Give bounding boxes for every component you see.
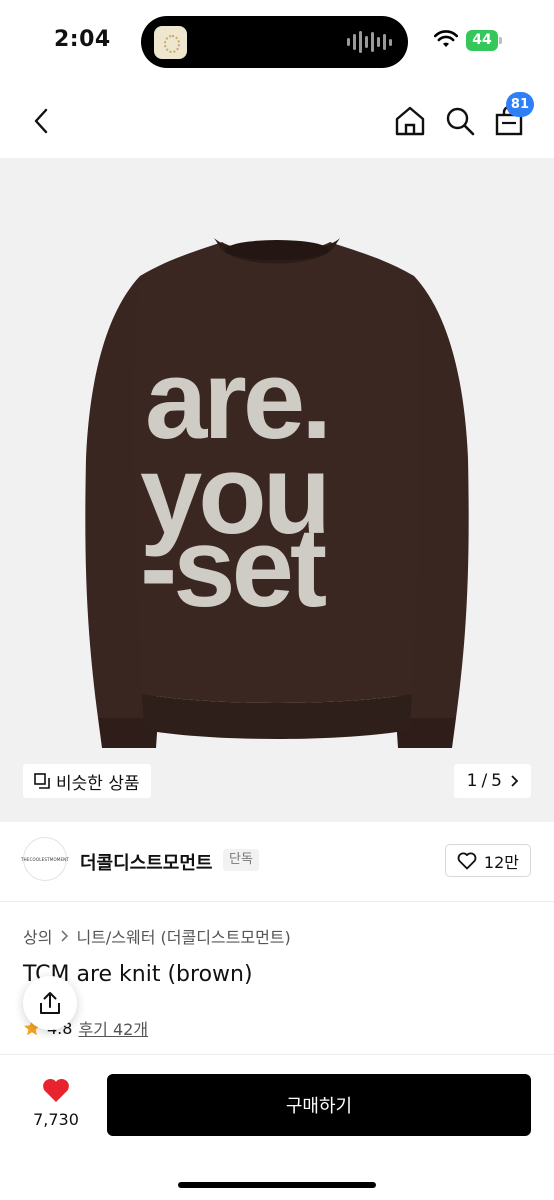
status-bar: 2:04 44 bbox=[0, 0, 554, 84]
product-photo-sweater: are. you -set bbox=[85, 238, 469, 748]
brand-logo[interactable]: THECOOLESTMOMENT bbox=[20, 837, 70, 881]
similar-products-button[interactable]: 비슷한 상품 bbox=[23, 764, 151, 798]
dynamic-island[interactable] bbox=[141, 16, 408, 68]
wishlist-button[interactable]: 7,730 bbox=[22, 1077, 90, 1129]
audio-wave-icon bbox=[347, 30, 392, 54]
sweater-print-line-3: -set bbox=[140, 505, 326, 630]
status-time: 2:04 bbox=[54, 27, 111, 52]
chevron-right-icon bbox=[61, 930, 69, 942]
cart-count-badge: 81 bbox=[505, 92, 534, 117]
back-button[interactable] bbox=[22, 102, 60, 140]
share-icon bbox=[40, 992, 60, 1014]
brand-logo-text: THECOOLESTMOMENT bbox=[20, 856, 70, 862]
home-indicator bbox=[178, 1182, 376, 1188]
product-image-carousel[interactable]: are. you -set 비슷한 상품 1 / 5 bbox=[0, 158, 554, 822]
now-playing-app-icon bbox=[154, 26, 187, 59]
breadcrumb-subcategory[interactable]: 니트/스웨터 (더콜디스트모먼트) bbox=[76, 924, 290, 948]
reviews-link[interactable]: 후기 42개 bbox=[78, 1016, 148, 1040]
brand-like-count: 12만 bbox=[483, 852, 519, 872]
battery-icon: 44 bbox=[466, 30, 502, 51]
similar-products-label: 비슷한 상품 bbox=[56, 773, 140, 794]
page-total: 5 bbox=[491, 771, 502, 791]
buy-button[interactable]: 구매하기 bbox=[107, 1074, 531, 1136]
heart-filled-icon bbox=[43, 1078, 69, 1102]
share-button[interactable] bbox=[23, 976, 77, 1030]
page-current: 1 bbox=[466, 771, 478, 791]
brand-like-button[interactable]: 12만 bbox=[444, 844, 531, 877]
top-nav: 81 bbox=[0, 84, 554, 158]
wishlist-count: 7,730 bbox=[33, 1110, 79, 1129]
brand-row: THECOOLESTMOMENT 더콜디스트모먼트 단독 12만 bbox=[0, 822, 554, 902]
copy-icon bbox=[34, 773, 50, 789]
chevron-left-icon bbox=[34, 108, 48, 134]
home-button[interactable] bbox=[391, 102, 429, 140]
chevron-right-icon bbox=[511, 775, 518, 787]
home-icon bbox=[395, 106, 425, 136]
exclusive-badge: 단독 bbox=[223, 849, 259, 871]
breadcrumb-category[interactable]: 상의 bbox=[23, 924, 52, 948]
breadcrumb: 상의 니트/스웨터 (더콜디스트모먼트) bbox=[23, 924, 291, 948]
image-pager[interactable]: 1 / 5 bbox=[453, 764, 531, 798]
bottom-action-bar: 7,730 구매하기 bbox=[0, 1054, 554, 1200]
search-button[interactable] bbox=[441, 102, 479, 140]
brand-name[interactable]: 더콜디스트모먼트 bbox=[80, 849, 212, 875]
page-separator: / bbox=[481, 771, 488, 791]
wifi-icon bbox=[434, 30, 458, 47]
heart-outline-icon bbox=[457, 852, 477, 869]
cart-button[interactable]: 81 bbox=[493, 92, 534, 140]
search-icon bbox=[446, 107, 475, 136]
battery-level: 44 bbox=[466, 30, 498, 51]
